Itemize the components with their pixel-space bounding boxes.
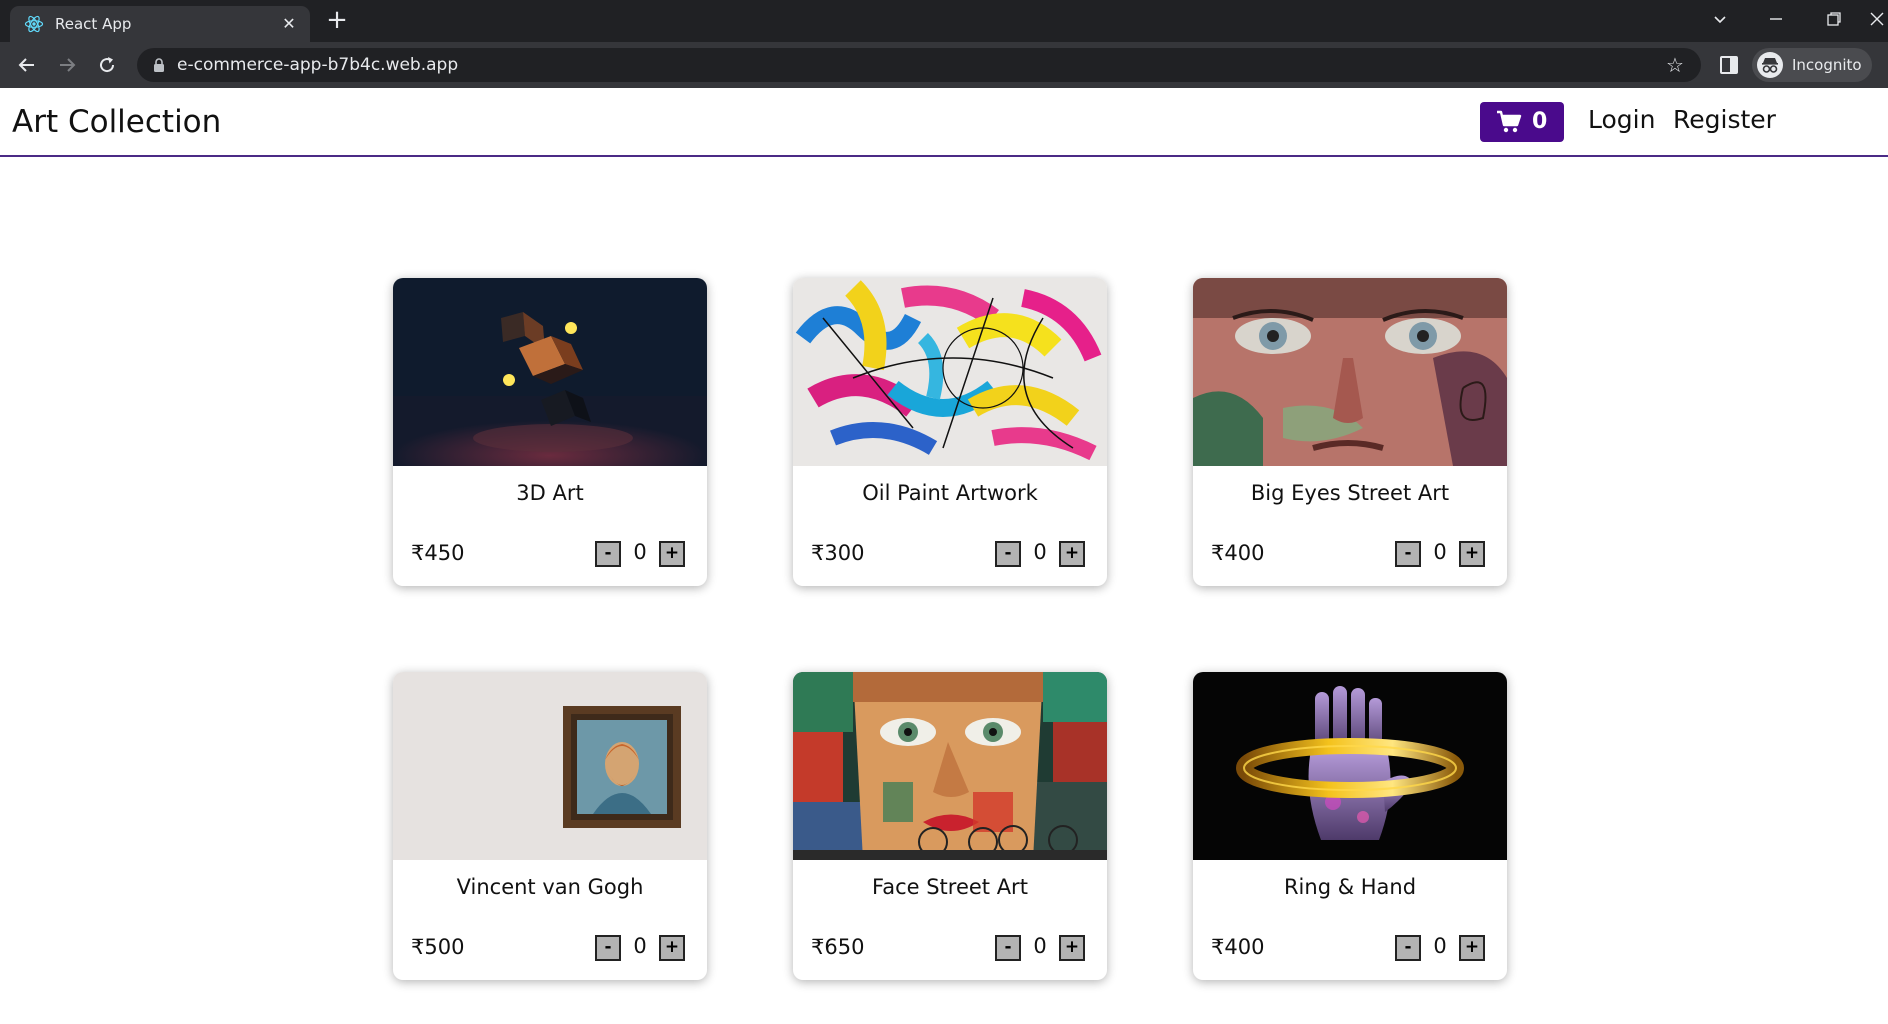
product-title: Vincent van Gogh	[456, 875, 644, 899]
incognito-icon	[1757, 52, 1783, 78]
product-price: ₹450	[411, 541, 465, 565]
close-window-icon[interactable]	[1866, 4, 1888, 34]
cart-button[interactable]: 0	[1480, 102, 1564, 142]
product-title: 3D Art	[516, 481, 584, 505]
product-title: Oil Paint Artwork	[862, 481, 1038, 505]
product-price: ₹400	[1211, 935, 1265, 959]
decrease-quantity-button[interactable]: -	[995, 935, 1021, 961]
login-link[interactable]: Login	[1588, 104, 1655, 136]
decrease-quantity-button[interactable]: -	[1395, 935, 1421, 961]
product-price: ₹650	[811, 935, 865, 959]
url-text[interactable]: e-commerce-app-b7b4c.web.app	[177, 55, 458, 75]
product-title: Big Eyes Street Art	[1250, 481, 1450, 505]
brand-title[interactable]: Art Collection	[12, 102, 221, 142]
product-price: ₹500	[411, 935, 465, 959]
forward-icon[interactable]	[52, 50, 82, 80]
quantity-value: 0	[633, 540, 647, 564]
product-image-ring-and-hand[interactable]	[1193, 672, 1507, 860]
lock-icon[interactable]	[151, 57, 167, 73]
shopping-cart-icon	[1496, 110, 1522, 134]
quantity-value: 0	[1433, 934, 1447, 958]
product-card: 3D Art ₹450 - 0 +	[393, 278, 707, 586]
app-header: Art Collection 0 Login Register	[0, 88, 1888, 157]
side-panel-icon[interactable]	[1718, 54, 1740, 76]
restore-icon[interactable]	[1814, 4, 1854, 34]
product-title: Face Street Art	[872, 875, 1028, 899]
reload-icon[interactable]	[92, 50, 122, 80]
decrease-quantity-button[interactable]: -	[995, 541, 1021, 567]
product-card: Face Street Art ₹650 - 0 +	[793, 672, 1107, 980]
increase-quantity-button[interactable]: +	[1459, 935, 1485, 961]
product-price: ₹400	[1211, 541, 1265, 565]
browser-tab[interactable]: React App ✕	[10, 6, 310, 42]
address-bar[interactable]: e-commerce-app-b7b4c.web.app ☆	[137, 48, 1701, 82]
product-card: Big Eyes Street Art ₹400 - 0 +	[1193, 278, 1507, 586]
increase-quantity-button[interactable]: +	[659, 935, 685, 961]
product-price: ₹300	[811, 541, 865, 565]
product-image-oil-paint-artwork[interactable]	[793, 278, 1107, 466]
browser-toolbar: e-commerce-app-b7b4c.web.app ☆ Incognito	[0, 42, 1888, 88]
new-tab-icon[interactable]: +	[322, 6, 352, 36]
product-title: Ring & Hand	[1283, 875, 1417, 899]
product-image-big-eyes-street-art[interactable]	[1193, 278, 1507, 466]
increase-quantity-button[interactable]: +	[1459, 541, 1485, 567]
increase-quantity-button[interactable]: +	[659, 541, 685, 567]
incognito-profile-button[interactable]: Incognito	[1752, 48, 1872, 82]
profile-label: Incognito	[1792, 56, 1862, 74]
product-card: Oil Paint Artwork ₹300 - 0 +	[793, 278, 1107, 586]
product-card: Vincent van Gogh ₹500 - 0 +	[393, 672, 707, 980]
decrease-quantity-button[interactable]: -	[595, 541, 621, 567]
product-image-3d-art[interactable]	[393, 278, 707, 466]
decrease-quantity-button[interactable]: -	[595, 935, 621, 961]
react-logo-icon	[24, 14, 44, 34]
tab-search-icon[interactable]	[1700, 4, 1740, 34]
increase-quantity-button[interactable]: +	[1059, 935, 1085, 961]
quantity-value: 0	[1433, 540, 1447, 564]
quantity-value: 0	[1033, 934, 1047, 958]
product-image-vincent-van-gogh[interactable]	[393, 672, 707, 860]
tab-title: React App	[55, 15, 132, 33]
tab-close-icon[interactable]: ✕	[278, 13, 300, 35]
increase-quantity-button[interactable]: +	[1059, 541, 1085, 567]
product-card: Ring & Hand ₹400 - 0 +	[1193, 672, 1507, 980]
web-page: Art Collection 0 Login Register 3D Art ₹…	[0, 88, 1888, 1024]
minimize-icon[interactable]	[1756, 4, 1796, 34]
quantity-value: 0	[1033, 540, 1047, 564]
product-image-face-street-art[interactable]	[793, 672, 1107, 860]
decrease-quantity-button[interactable]: -	[1395, 541, 1421, 567]
quantity-value: 0	[633, 934, 647, 958]
browser-tab-bar: React App ✕ +	[0, 0, 1888, 42]
back-icon[interactable]	[12, 50, 42, 80]
bookmark-star-icon[interactable]: ☆	[1663, 53, 1687, 77]
cart-count: 0	[1532, 109, 1548, 134]
register-link[interactable]: Register	[1673, 104, 1776, 136]
